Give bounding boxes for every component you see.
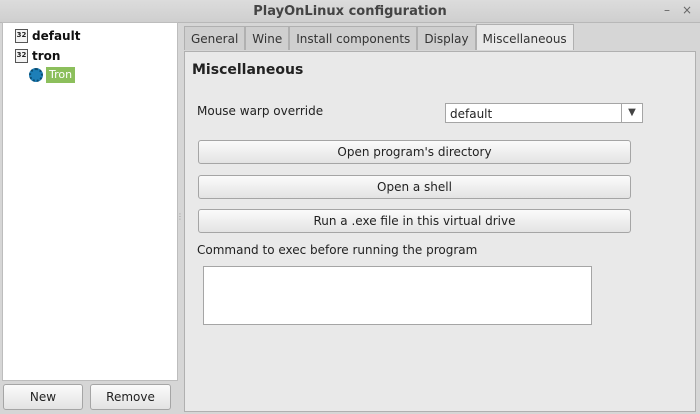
minimize-icon[interactable]: – [660,3,674,17]
chip-32-icon: 32 [15,29,28,43]
chevron-down-icon[interactable]: ▼ [621,104,642,122]
mouse-warp-label: Mouse warp override [197,104,324,118]
chip-32-icon: 32 [15,49,28,63]
remove-button[interactable]: Remove [90,384,171,410]
prefix-tree: 32 default 32 tron Tron [2,22,178,381]
tab-miscellaneous[interactable]: Miscellaneous [475,24,574,50]
open-directory-button[interactable]: Open program's directory [198,140,631,164]
tab-wine[interactable]: Wine [245,26,290,50]
run-exe-button[interactable]: Run a .exe file in this virtual drive [198,209,631,233]
command-textarea[interactable] [203,266,592,325]
tab-bar: General Wine Install components Display … [184,24,574,51]
tree-item-tron[interactable]: 32 tron [15,47,60,65]
window-title: PlayOnLinux configuration [253,4,447,19]
tab-general[interactable]: General [184,26,246,50]
window-titlebar: PlayOnLinux configuration – × [0,0,700,23]
open-shell-button[interactable]: Open a shell [198,175,631,199]
command-label: Command to exec before running the progr… [197,243,478,257]
panel-heading: Miscellaneous [192,62,304,78]
tree-item-tron-app[interactable]: Tron [29,66,76,84]
new-button[interactable]: New [3,384,83,410]
splitter-handle[interactable]: ⋮ [176,212,184,221]
close-icon[interactable]: × [680,3,694,17]
tree-item-label: Tron [46,67,76,83]
tree-item-label: tron [32,49,61,63]
mouse-warp-value: default [450,107,493,121]
tab-display[interactable]: Display [417,26,476,50]
gear-icon [29,68,43,82]
mouse-warp-select[interactable]: default ▼ [445,103,643,123]
tree-item-default[interactable]: 32 default [15,27,80,45]
tree-item-label: default [32,29,81,43]
tab-install-components[interactable]: Install components [289,26,418,50]
